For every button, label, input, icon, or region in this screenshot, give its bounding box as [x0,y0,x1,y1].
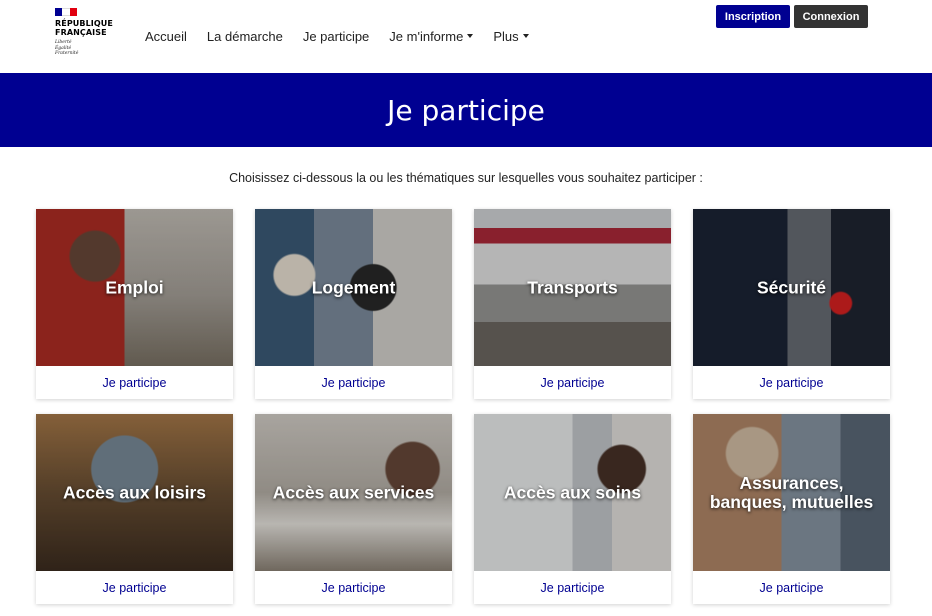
card-transports[interactable]: Transports Je participe [474,209,671,399]
nav-item-la-demarche[interactable]: La démarche [207,29,283,44]
card-emploi[interactable]: Emploi Je participe [36,209,233,399]
caret-down-icon [467,34,474,38]
logo-motto: Liberté Égalité Fraternité [55,40,117,57]
main-navigation: Accueil La démarche Je participe Je m'in… [135,27,539,45]
card-image: Sécurité [693,209,890,366]
intro-text: Choisissez ci-dessous la ou les thématiq… [229,171,703,185]
thematics-grid: Emploi Je participe Logement Je particip… [36,209,896,604]
je-participe-link[interactable]: Je participe [693,571,890,604]
card-acces-aux-soins[interactable]: Accès aux soins Je participe [474,414,671,604]
je-participe-link[interactable]: Je participe [255,571,452,604]
card-image: Emploi [36,209,233,366]
auth-buttons: Inscription Connexion [716,5,868,28]
nav-item-plus[interactable]: Plus [493,28,529,44]
nav-item-label: Je participe [302,28,370,44]
card-image: Assurances, banques, mutuelles [693,414,890,571]
french-flag-icon [55,8,77,16]
card-securite[interactable]: Sécurité Je participe [693,209,890,399]
card-logement[interactable]: Logement Je participe [255,209,452,399]
je-participe-link[interactable]: Je participe [474,366,671,399]
card-acces-aux-loisirs[interactable]: Accès aux loisirs Je participe [36,414,233,604]
card-title: Assurances, banques, mutuelles [709,472,874,512]
card-acces-aux-services[interactable]: Accès aux services Je participe [255,414,452,604]
card-title: Accès aux loisirs [63,482,206,502]
nav-item-label: La démarche [206,28,283,44]
page-title: Je participe [387,93,545,127]
nav-item-label: Accueil [145,28,187,44]
site-header: RÉPUBLIQUE FRANÇAISE Liberté Égalité Fra… [0,0,932,73]
card-title: Emploi [105,277,164,297]
republique-francaise-logo[interactable]: RÉPUBLIQUE FRANÇAISE Liberté Égalité Fra… [55,8,117,64]
je-participe-link[interactable]: Je participe [36,366,233,399]
card-title: Sécurité [756,277,827,297]
page-banner: Je participe [0,73,932,147]
nav-item-label: Je m'informe [389,28,464,44]
card-image: Accès aux loisirs [36,414,233,571]
logo-motto-3: Fraternité [55,51,79,56]
card-title: Logement [311,277,396,297]
connexion-button[interactable]: Connexion [794,5,868,28]
logo-line-1: RÉPUBLIQUE [55,19,113,28]
nav-item-accueil[interactable]: Accueil [145,29,187,44]
nav-item-je-participe[interactable]: Je participe [303,29,369,44]
card-title: Transports [527,277,618,297]
nav-item-label: Plus [493,28,519,44]
card-image: Accès aux services [255,414,452,571]
card-image: Accès aux soins [474,414,671,571]
nav-item-je-minforme[interactable]: Je m'informe [389,28,474,44]
card-title: Accès aux services [272,482,435,502]
je-participe-link[interactable]: Je participe [693,366,890,399]
je-participe-link[interactable]: Je participe [255,366,452,399]
card-assurances-banques-mutuelles[interactable]: Assurances, banques, mutuelles Je partic… [693,414,890,604]
card-title: Accès aux soins [503,482,642,502]
je-participe-link[interactable]: Je participe [36,571,233,604]
card-image: Logement [255,209,452,366]
logo-line-2: FRANÇAISE [55,28,107,37]
caret-down-icon [522,34,529,38]
inscription-button[interactable]: Inscription [716,5,790,28]
card-image: Transports [474,209,671,366]
je-participe-link[interactable]: Je participe [474,571,671,604]
